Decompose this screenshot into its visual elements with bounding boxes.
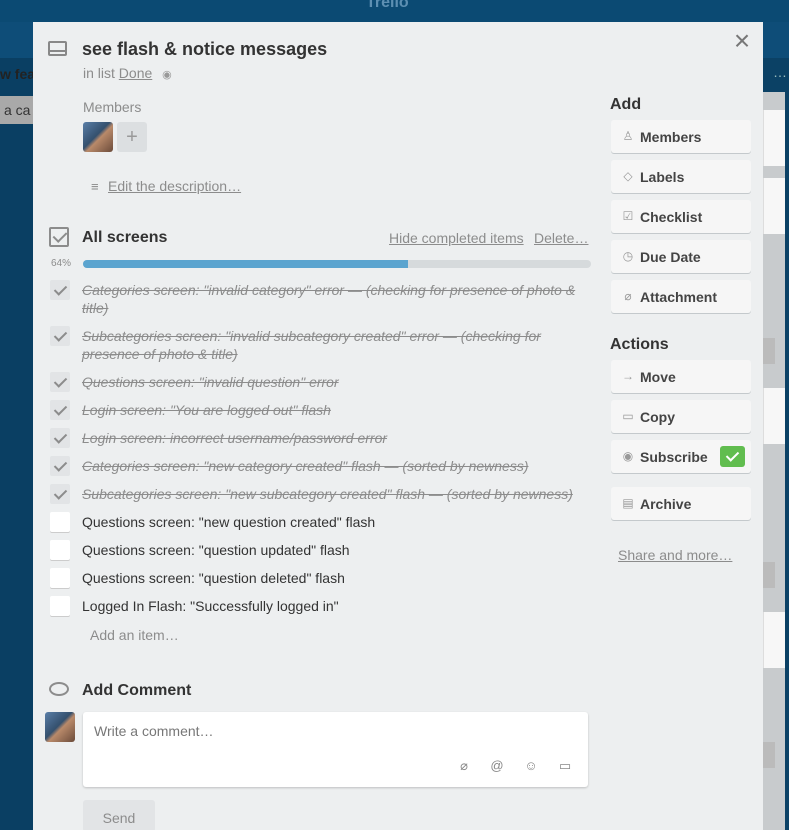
add-comment-title: Add Comment bbox=[82, 682, 192, 699]
item-text[interactable]: Categories screen: "new category created… bbox=[82, 457, 592, 475]
labels-button[interactable]: ◇ Labels bbox=[611, 160, 751, 193]
progress-percent: 64% bbox=[51, 258, 72, 269]
members-button[interactable]: ♙ Members bbox=[611, 120, 751, 153]
labels-button-label: Labels bbox=[640, 169, 685, 185]
item-checkbox[interactable] bbox=[50, 596, 70, 616]
list-menu-icon: … bbox=[773, 64, 787, 80]
arrow-right-icon: → bbox=[622, 369, 634, 383]
add-section-title: Add bbox=[610, 96, 642, 113]
item-text[interactable]: Logged In Flash: "Successfully logged in… bbox=[82, 597, 592, 615]
clock-icon: ◷ bbox=[622, 249, 634, 263]
hide-completed-link[interactable]: Hide completed items bbox=[389, 230, 524, 246]
copy-button-label: Copy bbox=[640, 409, 675, 425]
tag-icon: ◇ bbox=[623, 169, 633, 183]
background-card-tag bbox=[763, 562, 775, 588]
attachment-button[interactable]: ⌀ Attachment bbox=[611, 280, 751, 313]
item-checkbox[interactable] bbox=[50, 280, 70, 300]
background-list-left: w feat a ca bbox=[0, 58, 33, 830]
person-icon: ♙ bbox=[622, 129, 634, 143]
members-button-label: Members bbox=[640, 129, 702, 145]
actions-section-title: Actions bbox=[610, 336, 669, 353]
background-card-thumb bbox=[763, 612, 785, 668]
in-list-prefix: in list bbox=[83, 65, 115, 81]
trello-logo: Trello bbox=[366, 0, 409, 11]
share-and-more-link[interactable]: Share and more… bbox=[618, 547, 732, 563]
close-icon[interactable]: × bbox=[731, 27, 753, 55]
add-item-link[interactable]: Add an item… bbox=[90, 627, 179, 643]
checklist-icon bbox=[49, 227, 69, 247]
item-checkbox[interactable] bbox=[50, 372, 70, 392]
board-header: Trello bbox=[0, 0, 789, 22]
members-label: Members bbox=[83, 99, 142, 115]
item-text[interactable]: Login screen: "You are logged out" flash bbox=[82, 401, 592, 419]
emoji-icon[interactable]: ☺ bbox=[523, 758, 539, 774]
item-text[interactable]: Questions screen: "new question created"… bbox=[82, 513, 592, 531]
send-button[interactable]: Send bbox=[83, 800, 155, 830]
background-card: a ca bbox=[0, 96, 33, 124]
background-card-tag bbox=[763, 742, 775, 768]
item-checkbox[interactable] bbox=[50, 400, 70, 420]
in-list-line: in list Done ◉ bbox=[83, 65, 172, 81]
background-card-thumb bbox=[763, 110, 785, 166]
item-text[interactable]: Questions screen: "question deleted" fla… bbox=[82, 569, 592, 587]
card-icon[interactable]: ▭ bbox=[557, 758, 573, 774]
card-title[interactable]: see flash & notice messages bbox=[82, 39, 327, 60]
item-checkbox[interactable] bbox=[50, 540, 70, 560]
edit-description-link[interactable]: Edit the description… bbox=[108, 178, 241, 194]
eye-icon: ◉ bbox=[622, 449, 634, 463]
subscribe-button-label: Subscribe bbox=[640, 449, 708, 465]
delete-checklist-link[interactable]: Delete… bbox=[534, 230, 588, 246]
comment-icon bbox=[49, 682, 69, 696]
item-text[interactable]: Categories screen: "invalid category" er… bbox=[82, 281, 592, 317]
item-checkbox[interactable] bbox=[50, 456, 70, 476]
item-text[interactable]: Subcategories screen: "invalid subcatego… bbox=[82, 327, 592, 363]
subscribe-button[interactable]: ◉ Subscribe bbox=[611, 440, 751, 473]
list-name-link[interactable]: Done bbox=[119, 65, 152, 81]
item-checkbox[interactable] bbox=[50, 326, 70, 346]
move-button[interactable]: → Move bbox=[611, 360, 751, 393]
item-checkbox[interactable] bbox=[50, 512, 70, 532]
progress-bar bbox=[83, 260, 591, 268]
comment-input[interactable]: Write a comment… ⌀ @ ☺ ▭ bbox=[83, 712, 588, 787]
checklist-button[interactable]: ☑ Checklist bbox=[611, 200, 751, 233]
copy-button[interactable]: ▭ Copy bbox=[611, 400, 751, 433]
due-date-button-label: Due Date bbox=[640, 249, 701, 265]
background-card-thumb bbox=[763, 388, 785, 444]
add-member-button[interactable]: + bbox=[117, 122, 147, 152]
move-button-label: Move bbox=[640, 369, 676, 385]
checklist-button-label: Checklist bbox=[640, 209, 703, 225]
card-icon bbox=[48, 41, 67, 56]
comment-placeholder: Write a comment… bbox=[94, 723, 214, 739]
item-checkbox[interactable] bbox=[50, 484, 70, 504]
checkbox-icon: ☑ bbox=[622, 209, 634, 223]
item-checkbox[interactable] bbox=[50, 428, 70, 448]
card-detail-modal: × see flash & notice messages in list Do… bbox=[33, 22, 763, 830]
avatar bbox=[45, 712, 75, 742]
background-list-title: w feat bbox=[0, 66, 33, 82]
archive-button[interactable]: ▤ Archive bbox=[611, 487, 751, 520]
item-text[interactable]: Questions screen: "invalid question" err… bbox=[82, 373, 592, 391]
paperclip-icon: ⌀ bbox=[624, 289, 632, 303]
eye-icon: ◉ bbox=[162, 69, 172, 81]
checklist-title[interactable]: All screens bbox=[82, 229, 167, 247]
progress-fill bbox=[83, 260, 409, 268]
background-card-tag bbox=[763, 338, 775, 364]
description-lines-icon: ≡ bbox=[91, 179, 99, 194]
subscribed-check-icon bbox=[720, 446, 745, 467]
due-date-button[interactable]: ◷ Due Date bbox=[611, 240, 751, 273]
item-text[interactable]: Subcategories screen: "new subcategory c… bbox=[82, 485, 592, 503]
description-edit[interactable]: ≡ Edit the description… bbox=[91, 178, 241, 194]
background-card-thumb bbox=[763, 178, 785, 234]
mention-icon[interactable]: @ bbox=[489, 758, 505, 774]
attachment-button-label: Attachment bbox=[640, 289, 718, 305]
item-text[interactable]: Login screen: incorrect username/passwor… bbox=[82, 429, 592, 447]
avatar[interactable] bbox=[83, 122, 113, 152]
archive-icon: ▤ bbox=[622, 496, 634, 510]
item-text[interactable]: Questions screen: "question updated" fla… bbox=[82, 541, 592, 559]
paperclip-icon[interactable]: ⌀ bbox=[456, 758, 472, 774]
archive-button-label: Archive bbox=[640, 496, 692, 512]
card-icon: ▭ bbox=[622, 409, 634, 423]
item-checkbox[interactable] bbox=[50, 568, 70, 588]
